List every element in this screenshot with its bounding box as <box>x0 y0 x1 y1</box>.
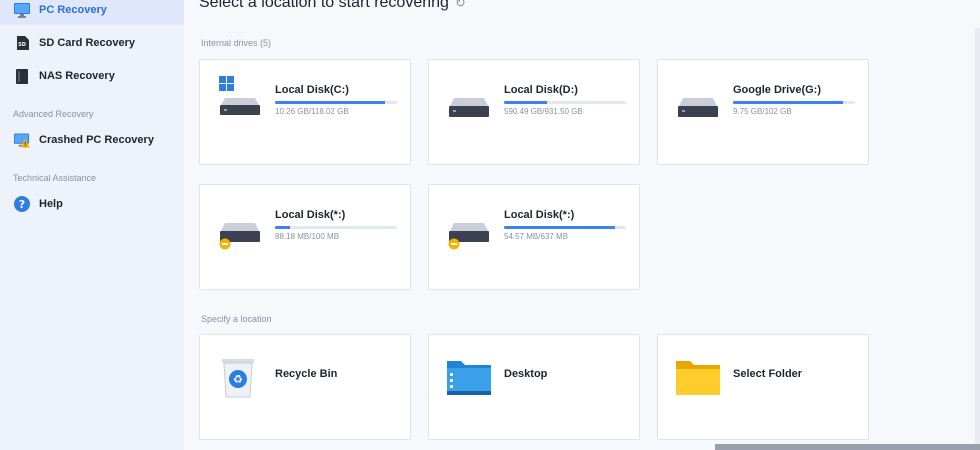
drive-warning-icon <box>448 219 490 250</box>
drive-size: 9.75 GB/102 GB <box>733 107 792 116</box>
location-card-desktop[interactable]: Desktop <box>428 334 640 440</box>
drive-usage-bar <box>275 101 397 104</box>
drive-name: Local Disk(D:) <box>504 84 578 96</box>
sidebar-item-label: NAS Recovery <box>39 70 115 82</box>
location-card-recycle-bin[interactable]: ♻ Recycle Bin <box>199 334 411 440</box>
drive-usage-fill <box>504 101 547 104</box>
drive-size: 590.49 GB/931.50 GB <box>504 107 583 116</box>
refresh-icon[interactable]: ↻ <box>455 0 466 11</box>
drive-usage-bar <box>275 226 397 229</box>
drive-card-c[interactable]: Local Disk(C:) 10.26 GB/118.02 GB <box>199 59 411 165</box>
desktop-folder-icon <box>446 355 492 397</box>
page-title: Select a location to start recovering ↻ <box>199 0 466 12</box>
drive-usage-fill <box>275 101 385 104</box>
sidebar-item-label: PC Recovery <box>39 4 107 16</box>
bottom-scroll-indicator[interactable] <box>715 444 980 450</box>
sidebar-item-sd-card-recovery[interactable]: SD SD Card Recovery <box>0 28 184 58</box>
drive-name: Local Disk(*:) <box>275 209 346 221</box>
page-title-text: Select a location to start recovering <box>199 0 449 11</box>
section-label-technical: Technical Assistance <box>13 173 97 183</box>
help-icon: ? <box>14 196 30 212</box>
section-label-advanced: Advanced Recovery <box>13 109 94 119</box>
sidebar-item-help[interactable]: ? Help <box>0 189 184 219</box>
vertical-scrollbar[interactable] <box>975 28 980 450</box>
svg-text:SD: SD <box>18 42 26 48</box>
drive-size: 54.57 MB/637 MB <box>504 232 569 241</box>
sidebar-item-label: Crashed PC Recovery <box>39 134 154 146</box>
drive-usage-fill <box>733 101 843 104</box>
drive-name: Google Drive(G:) <box>733 84 822 96</box>
drive-icon <box>677 94 719 120</box>
crashed-pc-icon <box>14 132 30 148</box>
drive-usage-fill <box>504 226 616 229</box>
folder-icon <box>675 355 721 397</box>
sidebar-item-label: SD Card Recovery <box>39 37 135 49</box>
location-name: Select Folder <box>733 368 803 380</box>
location-name: Desktop <box>504 368 548 380</box>
location-name: Recycle Bin <box>275 368 338 380</box>
windows-drive-icon <box>219 76 261 120</box>
sd-card-icon: SD <box>14 35 30 51</box>
sidebar-item-nas-recovery[interactable]: NAS Recovery <box>0 61 184 91</box>
sidebar-item-label: Help <box>39 198 63 210</box>
specify-location-label: Specify a location <box>201 314 272 324</box>
drive-usage-bar <box>504 226 626 229</box>
drive-icon <box>448 94 490 120</box>
drive-usage-bar <box>504 101 626 104</box>
sidebar-item-crashed-pc-recovery[interactable]: Crashed PC Recovery <box>0 125 184 155</box>
svg-text:♻: ♻ <box>233 373 243 386</box>
drive-size: 10.26 GB/118.02 GB <box>275 107 349 116</box>
recycle-bin-icon: ♻ <box>217 355 263 398</box>
location-card-select-folder[interactable]: Select Folder <box>657 334 869 440</box>
internal-drives-label: Internal drives (5) <box>201 38 272 48</box>
monitor-icon <box>14 2 30 18</box>
drive-card-d[interactable]: Local Disk(D:) 590.49 GB/931.50 GB <box>428 59 640 165</box>
drive-warning-icon <box>219 219 261 250</box>
drive-card-unassigned-1[interactable]: Local Disk(*:) 88.18 MB/100 MB <box>199 184 411 290</box>
drive-usage-bar <box>733 101 855 104</box>
drive-card-g[interactable]: Google Drive(G:) 9.75 GB/102 GB <box>657 59 869 165</box>
drive-usage-fill <box>275 226 290 229</box>
drive-size: 88.18 MB/100 MB <box>275 232 340 241</box>
drive-name: Local Disk(*:) <box>504 209 575 221</box>
svg-text:?: ? <box>19 198 25 211</box>
sidebar: PC Recovery SD SD Card Recovery NAS Reco… <box>0 0 184 450</box>
main-panel: Select a location to start recovering ↻ I… <box>184 0 980 450</box>
sidebar-item-pc-recovery[interactable]: PC Recovery <box>0 0 184 25</box>
drive-card-unassigned-2[interactable]: Local Disk(*:) 54.57 MB/637 MB <box>428 184 640 290</box>
drive-name: Local Disk(C:) <box>275 84 349 96</box>
nas-icon <box>14 68 30 84</box>
